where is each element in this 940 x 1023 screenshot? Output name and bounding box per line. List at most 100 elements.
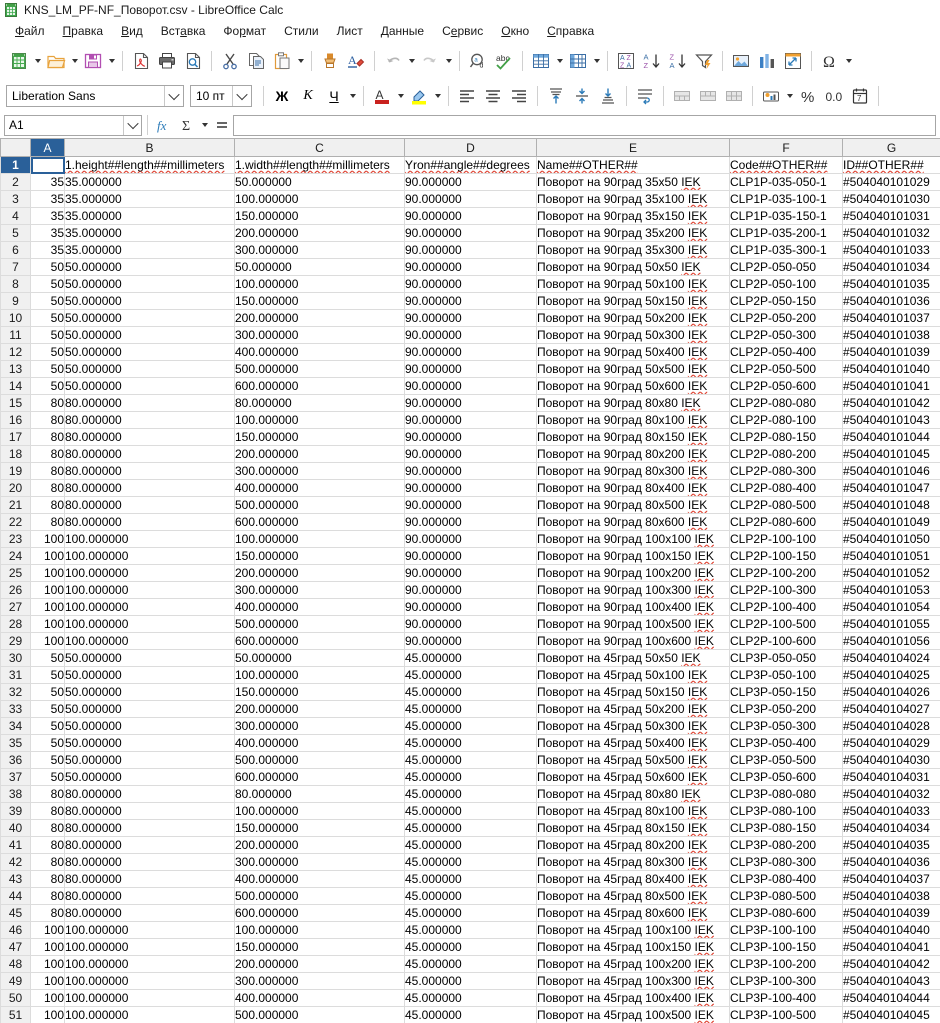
cell-G5[interactable]: #504040101032	[842, 224, 940, 242]
row-header-49[interactable]: 49	[0, 972, 31, 990]
row-header-20[interactable]: 20	[0, 479, 31, 497]
cell-D12[interactable]: 90.000000	[404, 343, 537, 361]
cell-A16[interactable]: 80	[30, 411, 65, 429]
row-header-15[interactable]: 15	[0, 394, 31, 412]
export-pdf-icon[interactable]	[128, 48, 154, 74]
cell-B38[interactable]: 80.000000	[64, 785, 235, 803]
highlight-color-dropdown[interactable]	[432, 83, 443, 109]
row-header-19[interactable]: 19	[0, 462, 31, 480]
cell-D38[interactable]: 45.000000	[404, 785, 537, 803]
row-header-47[interactable]: 47	[0, 938, 31, 956]
cell-D21[interactable]: 90.000000	[404, 496, 537, 514]
cell-C33[interactable]: 200.000000	[234, 700, 405, 718]
cell-A11[interactable]: 50	[30, 326, 65, 344]
cell-C2[interactable]: 50.000000	[234, 173, 405, 191]
clear-formatting-icon[interactable]: A	[343, 48, 369, 74]
cell-F2[interactable]: CLP1P-035-050-1	[729, 173, 843, 191]
cell-E2[interactable]: Поворот на 90град 35x50 IEK	[536, 173, 730, 191]
cell-D18[interactable]: 90.000000	[404, 445, 537, 463]
cell-G40[interactable]: #504040104034	[842, 819, 940, 837]
format-as-currency-icon[interactable]	[758, 83, 784, 109]
cell-G45[interactable]: #504040104039	[842, 904, 940, 922]
cell-E14[interactable]: Поворот на 90град 50x600 IEK	[536, 377, 730, 395]
row-header-10[interactable]: 10	[0, 309, 31, 327]
cell-A17[interactable]: 80	[30, 428, 65, 446]
cell-A14[interactable]: 50	[30, 377, 65, 395]
font-size-dropdown-icon[interactable]	[232, 86, 251, 106]
row-header-45[interactable]: 45	[0, 904, 31, 922]
cell-C6[interactable]: 300.000000	[234, 241, 405, 259]
cell-C10[interactable]: 200.000000	[234, 309, 405, 327]
cell-C35[interactable]: 400.000000	[234, 734, 405, 752]
cell-C45[interactable]: 600.000000	[234, 904, 405, 922]
cell-F43[interactable]: CLP3P-080-400	[729, 870, 843, 888]
cell-B2[interactable]: 35.000000	[64, 173, 235, 191]
cell-F5[interactable]: CLP1P-035-200-1	[729, 224, 843, 242]
menu-file[interactable]: Файл	[6, 22, 54, 40]
row-header-5[interactable]: 5	[0, 224, 31, 242]
cell-B50[interactable]: 100.000000	[64, 989, 235, 1007]
cell-D33[interactable]: 45.000000	[404, 700, 537, 718]
cell-A33[interactable]: 50	[30, 700, 65, 718]
cell-F19[interactable]: CLP2P-080-300	[729, 462, 843, 480]
cell-B16[interactable]: 80.000000	[64, 411, 235, 429]
cell-E48[interactable]: Поворот на 45град 100x200 IEK	[536, 955, 730, 973]
cell-F51[interactable]: CLP3P-100-500	[729, 1006, 843, 1023]
cell-C7[interactable]: 50.000000	[234, 258, 405, 276]
cell-C32[interactable]: 150.000000	[234, 683, 405, 701]
menu-insert[interactable]: Вставка	[152, 22, 215, 40]
cell-B8[interactable]: 50.000000	[64, 275, 235, 293]
redo-dropdown[interactable]	[443, 48, 454, 74]
cell-F6[interactable]: CLP1P-035-300-1	[729, 241, 843, 259]
open-file-icon[interactable]	[43, 48, 69, 74]
cell-C28[interactable]: 500.000000	[234, 615, 405, 633]
cell-C49[interactable]: 300.000000	[234, 972, 405, 990]
cell-A45[interactable]: 80	[30, 904, 65, 922]
cell-C19[interactable]: 300.000000	[234, 462, 405, 480]
cell-G18[interactable]: #504040101045	[842, 445, 940, 463]
cell-F18[interactable]: CLP2P-080-200	[729, 445, 843, 463]
cell-G27[interactable]: #504040101054	[842, 598, 940, 616]
cell-E30[interactable]: Поворот на 45град 50x50 IEK	[536, 649, 730, 667]
cell-D22[interactable]: 90.000000	[404, 513, 537, 531]
cell-B10[interactable]: 50.000000	[64, 309, 235, 327]
cell-E38[interactable]: Поворот на 45град 80x80 IEK	[536, 785, 730, 803]
cell-F44[interactable]: CLP3P-080-500	[729, 887, 843, 905]
cell-C34[interactable]: 300.000000	[234, 717, 405, 735]
row-header-18[interactable]: 18	[0, 445, 31, 463]
cell-D6[interactable]: 90.000000	[404, 241, 537, 259]
row-header-44[interactable]: 44	[0, 887, 31, 905]
cell-C18[interactable]: 200.000000	[234, 445, 405, 463]
cell-B45[interactable]: 80.000000	[64, 904, 235, 922]
font-name-dropdown-icon[interactable]	[164, 86, 183, 106]
menu-edit[interactable]: Правка	[54, 22, 113, 40]
cell-F41[interactable]: CLP3P-080-200	[729, 836, 843, 854]
cell-B37[interactable]: 50.000000	[64, 768, 235, 786]
row-header-6[interactable]: 6	[0, 241, 31, 259]
menu-window[interactable]: Окно	[492, 22, 538, 40]
cell-E3[interactable]: Поворот на 90град 35x100 IEK	[536, 190, 730, 208]
cell-E1[interactable]: Name##OTHER##	[536, 156, 730, 174]
cell-G31[interactable]: #504040104025	[842, 666, 940, 684]
cell-B11[interactable]: 50.000000	[64, 326, 235, 344]
cell-G22[interactable]: #504040101049	[842, 513, 940, 531]
cell-B3[interactable]: 35.000000	[64, 190, 235, 208]
highlight-color-icon[interactable]	[406, 83, 432, 109]
cell-E51[interactable]: Поворот на 45град 100x500 IEK	[536, 1006, 730, 1023]
column-header-f[interactable]: F	[729, 138, 843, 157]
row-header-33[interactable]: 33	[0, 700, 31, 718]
cell-E12[interactable]: Поворот на 90град 50x400 IEK	[536, 343, 730, 361]
cell-F48[interactable]: CLP3P-100-200	[729, 955, 843, 973]
cell-C40[interactable]: 150.000000	[234, 819, 405, 837]
cell-B51[interactable]: 100.000000	[64, 1006, 235, 1023]
row-header-3[interactable]: 3	[0, 190, 31, 208]
cell-E8[interactable]: Поворот на 90град 50x100 IEK	[536, 275, 730, 293]
cell-C24[interactable]: 150.000000	[234, 547, 405, 565]
cell-C4[interactable]: 150.000000	[234, 207, 405, 225]
cell-B30[interactable]: 50.000000	[64, 649, 235, 667]
cell-A34[interactable]: 50	[30, 717, 65, 735]
cell-A13[interactable]: 50	[30, 360, 65, 378]
align-bottom-icon[interactable]	[595, 83, 621, 109]
cell-D16[interactable]: 90.000000	[404, 411, 537, 429]
cell-G10[interactable]: #504040101037	[842, 309, 940, 327]
